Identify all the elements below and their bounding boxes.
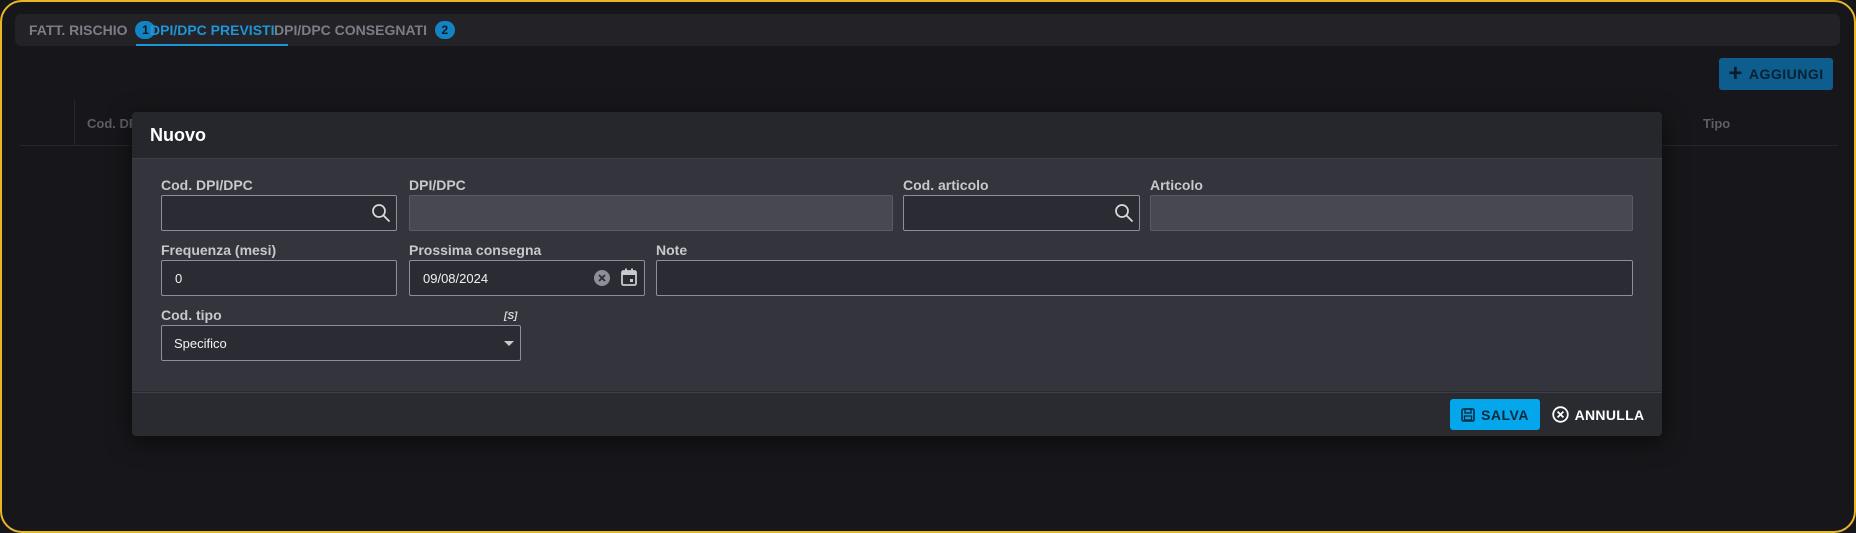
dpi-label: DPI/DPC (409, 177, 466, 193)
cod-tipo-label: Cod. tipo (161, 307, 222, 323)
add-button[interactable]: + AGGIUNGI (1719, 58, 1833, 90)
prossima-consegna-value: 09/08/2024 (423, 271, 489, 286)
articolo-label: Articolo (1150, 177, 1203, 193)
close-circle-icon (1551, 406, 1569, 423)
dialog-title: Nuovo (150, 125, 206, 145)
prossima-consegna-input[interactable]: 09/08/2024 (409, 260, 645, 296)
cancel-button[interactable]: ANNULLA (1550, 399, 1646, 430)
count-badge: 2 (434, 21, 455, 39)
dialog-body: Cod. DPI/DPC DPI/DPC Cod. articolo Artic… (132, 159, 1662, 391)
dpi-input (409, 195, 893, 231)
clear-icon[interactable] (594, 270, 610, 286)
articolo-input (1150, 195, 1633, 231)
app-frame: FATT. RISCHIO 1 DPI/DPC PREVISTI DPI/DPC… (0, 0, 1856, 533)
grid-column-tipo[interactable]: Tipo (1703, 116, 1730, 131)
cancel-button-label: ANNULLA (1574, 406, 1645, 423)
cod-tipo-select[interactable]: Specifico (161, 325, 521, 361)
plus-icon: + (1728, 60, 1743, 87)
chevron-down-icon[interactable] (504, 341, 514, 347)
cod-articolo-label: Cod. articolo (903, 177, 989, 193)
floppy-disk-icon (1461, 407, 1475, 422)
frequenza-value: 0 (175, 271, 183, 286)
add-button-label: AGGIUNGI (1748, 66, 1824, 82)
search-icon[interactable] (1114, 203, 1134, 223)
search-icon[interactable] (371, 203, 391, 223)
frequenza-input[interactable]: 0 (161, 260, 397, 296)
calendar-icon[interactable] (620, 268, 638, 287)
cod-tipo-value: Specifico (174, 336, 227, 351)
new-item-dialog: Nuovo Cod. DPI/DPC DPI/DPC Cod. articolo (132, 112, 1662, 436)
tab-label: DPI/DPC CONSEGNATI (274, 22, 427, 38)
cod-dpi-input[interactable] (161, 195, 397, 231)
tab-label: FATT. RISCHIO (29, 22, 128, 38)
prossima-consegna-label: Prossima consegna (409, 242, 542, 258)
dialog-header: Nuovo (132, 112, 1662, 159)
grid-divider (74, 99, 75, 145)
cod-tipo-flag: [S] (504, 311, 518, 322)
note-label: Note (656, 242, 688, 258)
frequenza-label: Frequenza (mesi) (161, 242, 277, 258)
cod-dpi-label: Cod. DPI/DPC (161, 177, 253, 193)
save-button-label: SALVA (1481, 406, 1529, 423)
grid-column-cod[interactable]: Cod. DP (87, 116, 138, 131)
tab-dpi-consegnati[interactable]: DPI/DPC CONSEGNATI 2 (260, 14, 469, 46)
tab-bar: FATT. RISCHIO 1 DPI/DPC PREVISTI DPI/DPC… (15, 14, 1840, 46)
save-button[interactable]: SALVA (1450, 399, 1540, 430)
tab-label: DPI/DPC PREVISTI (150, 22, 275, 38)
note-input[interactable] (656, 260, 1633, 296)
dialog-footer: SALVA ANNULLA (132, 392, 1662, 436)
cod-articolo-input[interactable] (903, 195, 1140, 231)
